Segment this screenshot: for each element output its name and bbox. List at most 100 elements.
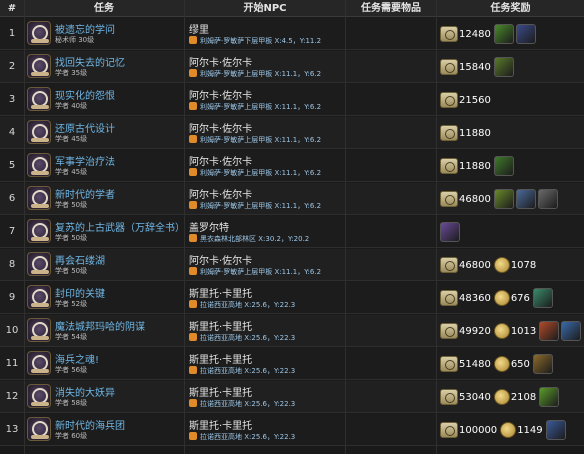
exp-icon bbox=[440, 26, 458, 42]
reward-item-icon[interactable] bbox=[537, 189, 558, 209]
quest-name-link[interactable]: 找回失去的记忆 bbox=[55, 54, 125, 69]
map-pin-icon bbox=[189, 366, 197, 374]
reward-item-icon[interactable] bbox=[493, 57, 514, 77]
npc-name[interactable]: 斯里托·卡里托 bbox=[189, 384, 252, 399]
gil-coin-icon bbox=[493, 389, 510, 405]
npc-name[interactable]: 阿尔卡·佐尔卡 bbox=[189, 120, 252, 135]
npc-name[interactable]: 阿尔卡·佐尔卡 bbox=[189, 87, 252, 102]
reward-item-icon[interactable] bbox=[539, 321, 560, 341]
reward-cell: 11880 bbox=[440, 120, 494, 146]
header-npc: 开始NPC bbox=[243, 3, 287, 14]
quest-name-link[interactable]: 海兵之魂! bbox=[55, 351, 99, 366]
quest-icon bbox=[27, 252, 51, 276]
npc-location-link[interactable]: 拉诺西亚高地 X:25.6，Y:22.3 bbox=[189, 333, 295, 343]
exp-icon bbox=[440, 422, 458, 438]
gil-value: 2108 bbox=[510, 391, 537, 403]
npc-location-link[interactable]: 利姆萨·罗敏萨上层甲板 X:11.1，Y:6.2 bbox=[189, 201, 321, 211]
npc-location-link[interactable]: 拉诺西亚高地 X:25.6，Y:22.3 bbox=[189, 399, 295, 409]
location-text: 利姆萨·罗敏萨上层甲板 X:11.1，Y:6.2 bbox=[200, 70, 322, 78]
npc-name[interactable]: 缪里 bbox=[189, 21, 209, 36]
npc-location-link[interactable]: 利姆萨·罗敏萨上层甲板 X:11.1，Y:6.2 bbox=[189, 102, 321, 112]
quest-icon-base bbox=[31, 303, 49, 307]
npc-location-link[interactable]: 黑衣森林北部林区 X:30.2，Y:20.2 bbox=[189, 234, 309, 244]
npc-name[interactable]: 阿尔卡·佐尔卡 bbox=[189, 153, 252, 168]
reward-cell: 46800 1078 bbox=[440, 252, 539, 278]
quest-name-link[interactable]: 消失的大妖异 bbox=[55, 384, 115, 399]
quest-class-level: 学者 58级 bbox=[55, 399, 88, 407]
column-divider bbox=[24, 0, 25, 454]
row-number: 2 bbox=[8, 61, 16, 72]
exp-value: 12480 bbox=[459, 28, 491, 40]
npc-location-link[interactable]: 利姆萨·罗敏萨下层甲板 X:4.5，Y:11.2 bbox=[189, 36, 321, 46]
quest-name-link[interactable]: 封印的关键 bbox=[55, 285, 105, 300]
map-pin-icon bbox=[189, 432, 197, 440]
npc-location-link[interactable]: 拉诺西亚高地 X:25.6，Y:22.3 bbox=[189, 300, 295, 310]
header-reward: 任务奖励 bbox=[490, 3, 531, 14]
npc-location-link[interactable]: 拉诺西亚高地 X:25.6，Y:22.3 bbox=[189, 432, 295, 442]
npc-name[interactable]: 斯里托·卡里托 bbox=[189, 318, 252, 333]
npc-location-link[interactable]: 利姆萨·罗敏萨上层甲板 X:11.1，Y:6.2 bbox=[189, 168, 321, 178]
npc-location-link[interactable]: 拉诺西亚高地 X:25.6，Y:22.3 bbox=[189, 366, 295, 376]
row-number: 9 bbox=[8, 292, 16, 303]
row-number: 12 bbox=[5, 391, 19, 402]
exp-value: 11880 bbox=[459, 160, 491, 172]
reward-item-icon[interactable] bbox=[561, 321, 582, 341]
reward-item-icon[interactable] bbox=[532, 354, 553, 374]
exp-icon bbox=[440, 323, 458, 339]
header-num: # bbox=[7, 3, 17, 14]
npc-location-link[interactable]: 利姆萨·罗敏萨上层甲板 X:11.1，Y:6.2 bbox=[189, 267, 321, 277]
quest-icon bbox=[27, 21, 51, 45]
column-divider bbox=[345, 0, 346, 454]
npc-name[interactable]: 斯里托·卡里托 bbox=[189, 417, 252, 432]
reward-item-icon[interactable] bbox=[539, 387, 560, 407]
quest-name-link[interactable]: 现实化的怨恨 bbox=[55, 87, 115, 102]
quest-name-link[interactable]: 复苏的上古武器（万辞全书） bbox=[55, 219, 185, 234]
row-number: 13 bbox=[5, 424, 19, 435]
quest-name-link[interactable]: 新时代的学者 bbox=[55, 186, 115, 201]
table-row: 3 现实化的怨恨 学者 40级 阿尔卡·佐尔卡 利姆萨·罗敏萨上层甲板 X:11.1，Y… bbox=[0, 84, 584, 116]
quest-icon bbox=[27, 318, 51, 342]
reward-cell bbox=[440, 219, 462, 245]
gil-coin-icon bbox=[493, 257, 510, 273]
gil-coin-icon bbox=[500, 422, 517, 438]
quest-icon bbox=[27, 54, 51, 78]
table-row: 8 再会石缕湖 学者 50级 阿尔卡·佐尔卡 利姆萨·罗敏萨上层甲板 X:11.1，Y:… bbox=[0, 249, 584, 281]
reward-item-icon[interactable] bbox=[515, 189, 536, 209]
quest-name-link[interactable]: 还原古代设计 bbox=[55, 120, 115, 135]
quest-name-link[interactable]: 再会石缕湖 bbox=[55, 252, 105, 267]
table-row: 13 新时代的海兵团 学者 60级 斯里托·卡里托 拉诺西亚高地 X:25.6，Y:22… bbox=[0, 414, 584, 446]
reward-item-icon[interactable] bbox=[532, 288, 553, 308]
reward-cell: 53040 2108 bbox=[440, 384, 561, 410]
npc-name[interactable]: 盖罗尔特 bbox=[189, 219, 229, 234]
exp-value: 46800 bbox=[459, 193, 491, 205]
reward-item-icon[interactable] bbox=[515, 24, 536, 44]
gil-value: 1013 bbox=[510, 325, 537, 337]
reward-cell: 46800 bbox=[440, 186, 560, 212]
quest-name-link[interactable]: 被遗忘的学问 bbox=[55, 21, 115, 36]
quest-name-link[interactable]: 新时代的海兵团 bbox=[55, 417, 125, 432]
table-row: 10 魔法城邦玛哈的阴谋 学者 54级 斯里托·卡里托 拉诺西亚高地 X:25.6，Y:… bbox=[0, 315, 584, 347]
reward-cell: 15840 bbox=[440, 54, 516, 80]
map-pin-icon bbox=[189, 201, 197, 209]
map-pin-icon bbox=[189, 36, 197, 44]
npc-name[interactable]: 阿尔卡·佐尔卡 bbox=[189, 54, 252, 69]
npc-location-link[interactable]: 利姆萨·罗敏萨上层甲板 X:11.1，Y:6.2 bbox=[189, 135, 321, 145]
npc-name[interactable]: 阿尔卡·佐尔卡 bbox=[189, 252, 252, 267]
table-row: 2 找回失去的记忆 学者 35级 阿尔卡·佐尔卡 利姆萨·罗敏萨上层甲板 X:11.1，… bbox=[0, 51, 584, 83]
quest-name-link[interactable]: 军事学治疗法 bbox=[55, 153, 115, 168]
reward-item-icon[interactable] bbox=[493, 156, 514, 176]
table-row: 6 新时代的学者 学者 50级 阿尔卡·佐尔卡 利姆萨·罗敏萨上层甲板 X:11.1，Y… bbox=[0, 183, 584, 215]
quest-icon-base bbox=[31, 270, 49, 274]
npc-name[interactable]: 斯里托·卡里托 bbox=[189, 351, 252, 366]
npc-name[interactable]: 阿尔卡·佐尔卡 bbox=[189, 186, 252, 201]
reward-item-icon[interactable] bbox=[545, 420, 566, 440]
row-number: 4 bbox=[8, 127, 16, 138]
reward-item-icon[interactable] bbox=[440, 222, 460, 242]
quest-icon-base bbox=[31, 105, 49, 109]
location-text: 利姆萨·罗敏萨下层甲板 X:4.5，Y:11.2 bbox=[200, 37, 322, 45]
quest-name-link[interactable]: 魔法城邦玛哈的阴谋 bbox=[55, 318, 145, 333]
npc-name[interactable]: 斯里托·卡里托 bbox=[189, 285, 252, 300]
reward-item-icon[interactable] bbox=[493, 24, 514, 44]
npc-location-link[interactable]: 利姆萨·罗敏萨上层甲板 X:11.1，Y:6.2 bbox=[189, 69, 321, 79]
reward-item-icon[interactable] bbox=[493, 189, 514, 209]
